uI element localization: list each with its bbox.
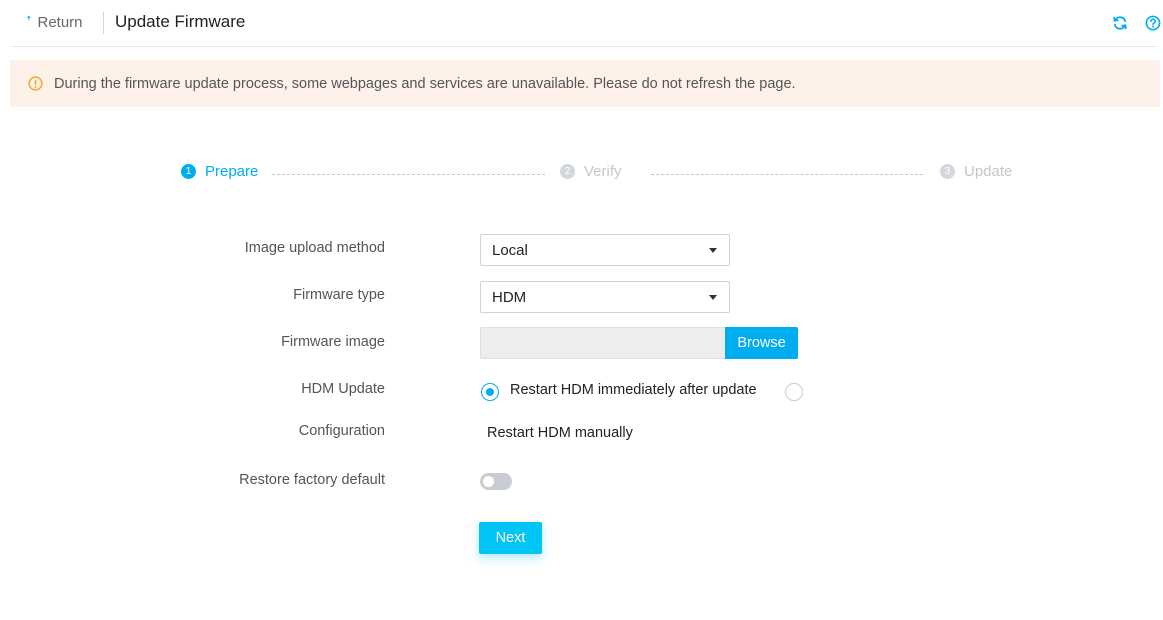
return-arrow-icon: ꜛ — [26, 16, 32, 29]
step-label: Update — [964, 163, 1013, 180]
step-number: 1 — [181, 164, 196, 179]
hdm-update-label: HDM Update — [301, 381, 385, 397]
step-number: 3 — [940, 164, 955, 179]
chevron-down-icon — [709, 248, 717, 253]
step-label: Prepare — [205, 163, 259, 180]
firmware-type-value: HDM — [492, 288, 527, 306]
step-number: 2 — [560, 164, 575, 179]
refresh-icon[interactable] — [1112, 15, 1128, 31]
browse-button[interactable]: Browse — [725, 327, 798, 359]
restore-default-toggle[interactable] — [480, 473, 512, 490]
help-icon[interactable] — [1145, 15, 1161, 31]
restart-immediately-label[interactable]: Restart HDM immediately after update — [510, 382, 757, 398]
step-prepare: 1 Prepare — [181, 163, 258, 180]
upload-method-value: Local — [492, 241, 528, 259]
step-verify: 2 Verify — [560, 163, 622, 180]
step-connector — [272, 174, 545, 175]
restart-immediately-radio[interactable] — [481, 383, 499, 401]
next-button[interactable]: Next — [479, 522, 542, 554]
warning-banner: During the firmware update process, some… — [10, 60, 1160, 107]
restore-default-label: Restore factory default — [239, 472, 385, 488]
restart-manually-radio[interactable] — [785, 383, 803, 401]
step-update: 3 Update — [940, 163, 1012, 180]
warning-text: During the firmware update process, some… — [54, 75, 796, 92]
page-title: Update Firmware — [115, 12, 246, 31]
return-button[interactable]: ꜛ Return — [26, 14, 83, 31]
firmware-image-label: Firmware image — [281, 334, 385, 350]
progress-steps: 1 Prepare 2 Verify 3 Update — [0, 163, 1163, 187]
upload-method-select[interactable]: Local — [480, 234, 730, 266]
firmware-type-select[interactable]: HDM — [480, 281, 730, 313]
chevron-down-icon — [709, 295, 717, 300]
warning-icon — [28, 76, 43, 91]
upload-method-label: Image upload method — [244, 240, 385, 256]
page-header: ꜛ Return Update Firmware — [10, 0, 1161, 47]
step-connector — [651, 174, 923, 175]
toggle-knob — [483, 476, 494, 487]
configuration-label: Configuration — [298, 423, 385, 439]
firmware-type-label: Firmware type — [293, 287, 385, 303]
restart-manually-label[interactable]: Restart HDM manually — [487, 425, 633, 441]
header-divider — [103, 12, 104, 34]
step-label: Verify — [584, 163, 622, 180]
firmware-image-field[interactable] — [480, 327, 726, 359]
return-label: Return — [37, 14, 83, 31]
